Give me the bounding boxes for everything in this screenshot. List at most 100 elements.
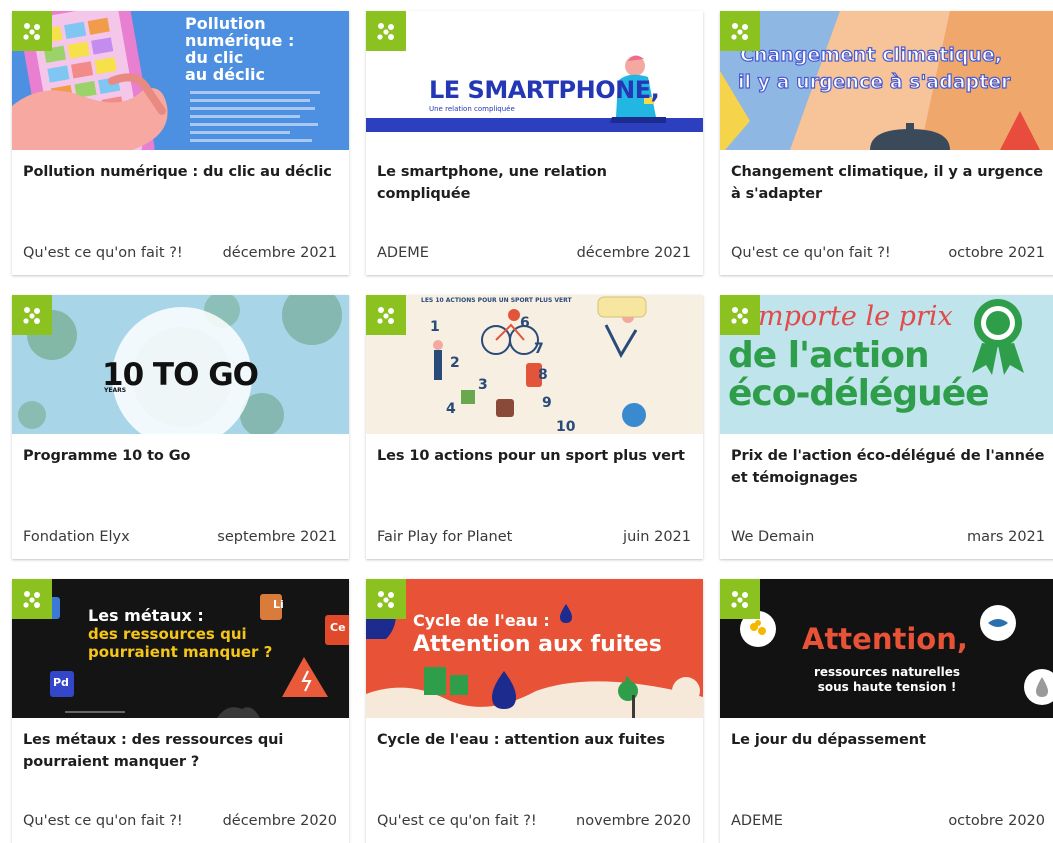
card-source: ADEME [377,245,429,261]
card-title[interactable]: Pollution numérique : du clic au déclic [23,161,337,183]
article-card-10-to-go[interactable]: 10 TO GO YEARS Programme 10 to Go Fondat… [12,295,349,559]
card-title[interactable]: Programme 10 to Go [23,445,337,467]
thumb-text: au déclic [185,65,265,84]
card-meta: Qu'est ce qu'on fait ?! novembre 2020 [377,813,691,829]
card-source: We Demain [731,529,815,545]
svg-text:2: 2 [450,355,460,371]
card-thumbnail[interactable]: Pollution numérique : du clic au déclic [12,11,349,150]
article-card-eco-delegue[interactable]: mporte le prix de l'action éco-déléguée … [720,295,1053,559]
thumb-text: Les métaux : [88,606,204,625]
svg-text:7: 7 [534,341,544,357]
article-card-sport-plus-vert[interactable]: 1 6 2 7 3 8 4 9 10 LES 10 ACTIONS POUR U… [366,295,703,559]
articles-grid: Pollution numérique : du clic au déclic … [0,0,1053,843]
leaf-cluster-icon [731,307,748,324]
card-title[interactable]: Le smartphone, une relation compliquée [377,161,691,205]
card-date: mars 2021 [966,529,1045,545]
card-source: Fondation Elyx [23,529,130,545]
article-card-changement-climatique[interactable]: Changement climatique, il y a urgence à … [720,11,1053,275]
thumb-text: éco-déléguée [728,373,990,414]
leaf-cluster-icon [23,307,40,324]
thumb-text: sous haute tension ! [817,680,957,694]
card-source: Qu'est ce qu'on fait ?! [377,813,537,829]
card-meta: Qu'est ce qu'on fait ?! octobre 2021 [731,245,1045,261]
card-source: Fair Play for Planet [377,529,513,545]
card-thumbnail[interactable]: Cycle de l'eau : Attention aux fuites [366,579,703,718]
leaf-cluster-icon [731,591,748,608]
card-date: septembre 2021 [217,529,337,545]
card-date: décembre 2020 [222,813,337,829]
thumb-text: des ressources qui [88,625,247,643]
thumb-text: pourraient manquer ? [88,643,273,661]
card-date: juin 2021 [623,529,691,545]
card-thumbnail[interactable]: 1 6 2 7 3 8 4 9 10 LES 10 ACTIONS POUR U… [366,295,703,434]
thumb-text: il y a urgence à s'adapter [737,70,1011,93]
thumb-text: mporte le prix [758,301,953,332]
card-date: octobre 2020 [948,813,1045,829]
article-card-pollution-numerique[interactable]: Pollution numérique : du clic au déclic … [12,11,349,275]
category-badge [720,579,760,619]
card-source: Qu'est ce qu'on fait ?! [731,245,891,261]
leaf-cluster-icon [377,307,394,324]
card-source: Qu'est ce qu'on fait ?! [23,245,183,261]
card-thumbnail[interactable]: Li Ce Pd Les métaux : des ressources qui… [12,579,349,718]
article-card-smartphone[interactable]: LE SMARTPHONE, Une relation compliquée L… [366,11,703,275]
card-title[interactable]: Les 10 actions pour un sport plus vert [377,445,691,467]
card-source: Qu'est ce qu'on fait ?! [23,813,183,829]
svg-text:8: 8 [538,367,548,383]
thumb-text: ressources naturelles [813,665,961,679]
svg-text:4: 4 [446,401,456,417]
category-badge [12,295,52,335]
card-meta: Qu'est ce qu'on fait ?! décembre 2020 [23,813,337,829]
card-title[interactable]: Les métaux : des ressources qui pourraie… [23,729,337,773]
thumb-text: Cycle de l'eau : [413,611,550,630]
category-badge [720,11,760,51]
svg-text:3: 3 [478,377,488,393]
card-thumbnail[interactable]: Attention, ressources naturelles sous ha… [720,579,1053,718]
leaf-cluster-icon [731,23,748,40]
card-thumbnail[interactable]: 10 TO GO YEARS [12,295,349,434]
card-meta: Qu'est ce qu'on fait ?! décembre 2021 [23,245,337,261]
card-title[interactable]: Le jour du dépassement [731,729,1045,751]
phone-illustration [12,11,320,150]
leaf-cluster-icon [377,23,394,40]
category-badge [366,579,406,619]
thumb-text: Ce [330,621,346,634]
category-badge [12,579,52,619]
thumb-text: numérique : [185,31,295,50]
card-thumbnail[interactable]: LE SMARTPHONE, Une relation compliquée [366,11,703,150]
leaf-cluster-icon [23,23,40,40]
category-badge [720,295,760,335]
thumb-text: LE SMARTPHONE, [429,76,660,104]
category-badge [366,11,406,51]
thumb-text: Attention aux fuites [413,632,662,657]
article-card-metaux[interactable]: Li Ce Pd Les métaux : des ressources qui… [12,579,349,843]
card-date: novembre 2020 [576,813,691,829]
card-thumbnail[interactable]: mporte le prix de l'action éco-déléguée [720,295,1053,434]
card-date: décembre 2021 [576,245,691,261]
card-source: ADEME [731,813,783,829]
card-meta: ADEME octobre 2020 [731,813,1045,829]
card-meta: ADEME décembre 2021 [377,245,691,261]
card-meta: We Demain mars 2021 [731,529,1045,545]
thumb-text: Changement climatique, [739,43,1002,66]
infographic-illustration: 1 6 2 7 3 8 4 9 10 [416,295,652,434]
thumb-text: Li [273,598,284,611]
thumb-text: Pd [53,676,69,689]
card-meta: Fondation Elyx septembre 2021 [23,529,337,545]
thumb-text: LES 10 ACTIONS POUR UN SPORT PLUS VERT [421,297,572,304]
thumb-text: Pollution [185,14,266,33]
thumb-text: Une relation compliquée [429,105,515,113]
article-card-jour-depassement[interactable]: Attention, ressources naturelles sous ha… [720,579,1053,843]
svg-text:10: 10 [556,419,576,434]
card-date: décembre 2021 [222,245,337,261]
card-title[interactable]: Changement climatique, il y a urgence à … [731,161,1045,205]
thumb-text: de l'action [728,335,930,376]
thumb-text: YEARS [104,387,127,394]
article-card-cycle-eau[interactable]: Cycle de l'eau : Attention aux fuites Cy… [366,579,703,843]
card-thumbnail[interactable]: Changement climatique, il y a urgence à … [720,11,1053,150]
thumb-text: du clic [185,48,244,67]
svg-text:6: 6 [520,315,530,331]
card-title[interactable]: Prix de l'action éco-délégué de l'année … [731,445,1045,489]
thumb-text: Attention, [802,622,968,656]
card-title[interactable]: Cycle de l'eau : attention aux fuites [377,729,691,751]
